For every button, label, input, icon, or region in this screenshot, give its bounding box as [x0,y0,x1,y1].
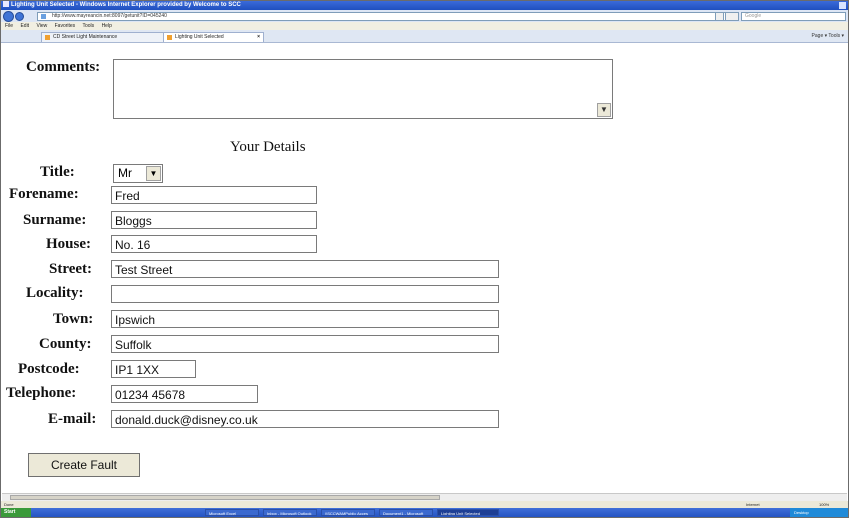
ie-icon [3,1,9,8]
comments-textarea[interactable]: ▼ [113,59,613,119]
address-dropdown-button[interactable] [715,12,724,21]
browser-window: Lighting Unit Selected - Windows Interne… [0,0,849,518]
taskbar: Start Microsoft Excel Inbox - Microsoft … [1,508,848,517]
refresh-stop-button[interactable] [725,12,739,21]
town-input[interactable]: Ipswich [111,310,499,328]
email-input[interactable]: donald.duck@disney.co.uk [111,410,499,428]
menu-bar: File Edit View Favorites Tools Help [1,22,848,30]
tab-favicon-icon [45,35,50,40]
forename-label: Forename: [9,186,79,202]
create-fault-button[interactable]: Create Fault [28,453,140,477]
address-bar: http://www.mayreancin.net:8097/getunit?I… [1,10,848,22]
house-label: House: [46,236,91,252]
scroll-down-icon[interactable]: ▼ [597,103,611,117]
title-label: Title: [40,164,75,180]
menu-help[interactable]: Help [102,23,112,29]
start-button[interactable]: Start [1,508,31,517]
county-label: County: [39,336,92,352]
street-input[interactable]: Test Street [111,260,499,278]
taskbar-item-excel[interactable]: Microsoft Excel [205,509,259,516]
taskbar-item-word[interactable]: Document1 - Microsoft [379,509,433,516]
email-label: E-mail: [48,411,97,427]
forward-button[interactable] [15,12,24,21]
page-favicon-icon [41,14,46,19]
comments-label: Comments: [26,59,101,75]
scrollbar-thumb[interactable] [10,495,440,500]
postcode-input[interactable]: IP1 1XX [111,360,196,378]
postcode-label: Postcode: [18,361,80,377]
surname-label: Surname: [23,212,87,228]
taskbar-item-outlook[interactable]: Inbox - Microsoft Outlook [263,509,317,516]
title-bar: Lighting Unit Selected - Windows Interne… [1,1,848,10]
tab-favicon-icon [167,35,172,40]
surname-input[interactable]: Bloggs [111,211,317,229]
tab-street-light-maintenance[interactable]: CD Street Light Maintenance [41,32,172,42]
security-zone: Internet [746,502,760,507]
taskbar-item-lighting-unit[interactable]: Lighting Unit Selected [437,509,499,516]
tab-lighting-unit-selected[interactable]: Lighting Unit Selected × [163,32,264,42]
taskbar-item-explorer[interactable]: \\SCCWAMPublic Acces [321,509,375,516]
tab-close-icon[interactable]: × [257,33,260,42]
horizontal-scrollbar[interactable] [2,493,847,501]
command-bar[interactable]: Page ▾ Tools ▾ [812,30,844,42]
chevron-down-icon[interactable]: ▼ [146,166,161,181]
house-input[interactable]: No. 16 [111,235,317,253]
zoom-level[interactable]: 100% [819,501,829,508]
tab-bar: CD Street Light Maintenance Lighting Uni… [1,30,848,43]
minimize-icon[interactable] [839,2,846,9]
menu-edit[interactable]: Edit [20,23,29,29]
page-content: Comments: ▼ Your Details Title: Mr ▼ For… [2,43,847,493]
search-input[interactable]: Google [741,12,846,21]
section-title: Your Details [230,139,306,155]
town-label: Town: [53,311,94,327]
back-button[interactable] [3,11,14,22]
telephone-label: Telephone: [6,385,77,401]
status-text: Done [4,502,14,507]
status-bar: Done Internet 100% [1,501,848,508]
menu-favorites[interactable]: Favorites [55,23,76,29]
forename-input[interactable]: Fred [111,186,317,204]
locality-input[interactable] [111,285,499,303]
window-title: Lighting Unit Selected - Windows Interne… [11,2,241,8]
street-label: Street: [49,261,93,277]
locality-label: Locality: [26,285,84,301]
url-text: http://www.mayreancin.net:8097/getunit?I… [52,13,167,19]
menu-tools[interactable]: Tools [82,23,94,29]
url-input[interactable]: http://www.mayreancin.net:8097/getunit?I… [37,12,729,21]
telephone-input[interactable]: 01234 45678 [111,385,258,403]
county-input[interactable]: Suffolk [111,335,499,353]
menu-view[interactable]: View [36,23,47,29]
menu-file[interactable]: File [5,23,13,29]
title-select[interactable]: Mr ▼ [113,164,163,183]
system-tray: Desktop [790,508,848,517]
